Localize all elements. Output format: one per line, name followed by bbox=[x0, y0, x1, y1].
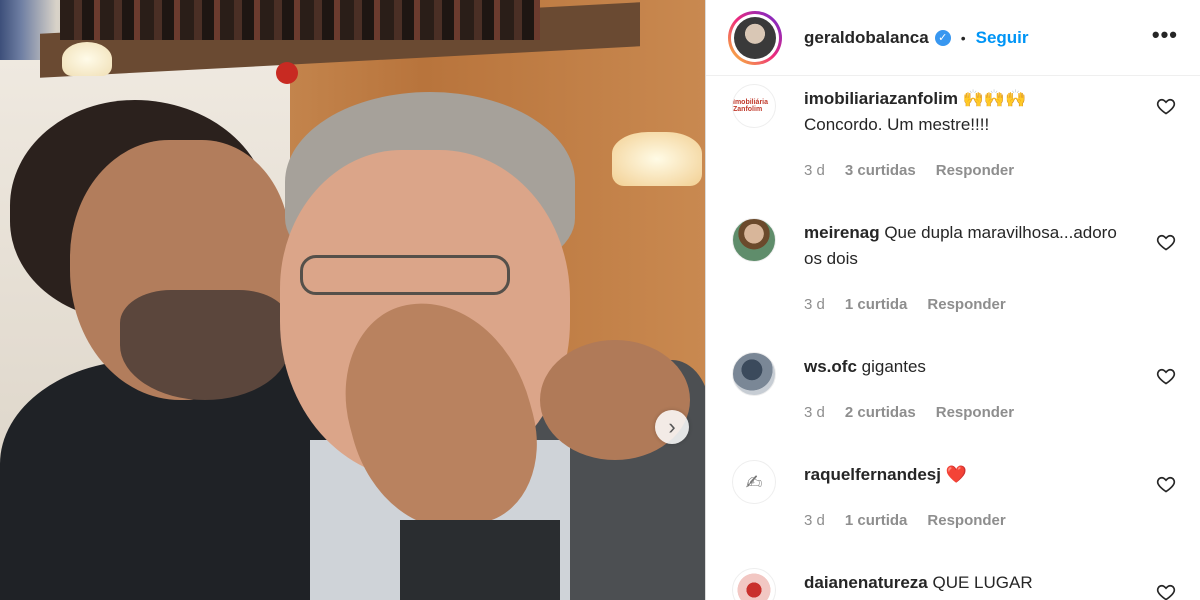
comment-time: 3 d bbox=[804, 512, 825, 529]
commenter-username[interactable]: daianenatureza bbox=[804, 573, 928, 592]
comment-meta: 3 d 1 curtida Responder bbox=[804, 512, 1006, 529]
wine-shelf bbox=[60, 0, 540, 40]
heart-icon[interactable] bbox=[1156, 582, 1176, 600]
commenter-avatar[interactable] bbox=[732, 218, 776, 262]
commenter-avatar[interactable]: Imobiliária Zanfolim bbox=[732, 84, 776, 128]
commenter-avatar[interactable] bbox=[732, 352, 776, 396]
comments-panel: geraldobalanca ✓ • Seguir ••• Imobiliári… bbox=[705, 0, 1200, 600]
comment-text: ❤️ bbox=[945, 465, 967, 484]
commenter-username[interactable]: meirenag bbox=[804, 223, 880, 242]
author-avatar[interactable] bbox=[728, 10, 782, 65]
comment-meta: 3 d 3 curtidas Responder bbox=[804, 162, 1014, 179]
reply-button[interactable]: Responder bbox=[927, 512, 1005, 529]
comment-text: gigantes bbox=[861, 357, 926, 376]
commenter-avatar[interactable] bbox=[732, 568, 776, 600]
next-photo-button[interactable]: › bbox=[655, 410, 689, 444]
heart-icon[interactable] bbox=[1156, 96, 1176, 116]
reply-button[interactable]: Responder bbox=[927, 296, 1005, 313]
post-header: geraldobalanca ✓ • Seguir ••• bbox=[706, 0, 1200, 76]
reply-button[interactable]: Responder bbox=[936, 162, 1014, 179]
separator: • bbox=[960, 29, 966, 46]
comment-meta: 3 d 1 curtida Responder bbox=[804, 296, 1006, 313]
glasses bbox=[300, 255, 510, 295]
commenter-username[interactable]: ws.ofc bbox=[804, 357, 857, 376]
reply-button[interactable]: Responder bbox=[936, 404, 1014, 421]
comment-text: Concordo. Um mestre!!!! bbox=[804, 115, 990, 134]
comment-time: 3 d bbox=[804, 162, 825, 179]
chevron-right-icon: › bbox=[668, 414, 676, 439]
comment-emoji: 🙌🙌🙌 bbox=[962, 89, 1027, 108]
like-count[interactable]: 2 curtidas bbox=[845, 404, 916, 421]
like-count[interactable]: 1 curtida bbox=[845, 512, 908, 529]
signature-icon: ✍ bbox=[745, 471, 763, 494]
follow-button[interactable]: Seguir bbox=[976, 28, 1029, 48]
heart-icon[interactable] bbox=[1156, 474, 1176, 494]
like-count[interactable]: 1 curtida bbox=[845, 296, 908, 313]
commenter-avatar[interactable]: ✍ bbox=[732, 460, 776, 504]
heart-icon[interactable] bbox=[1156, 366, 1176, 386]
heart-icon[interactable] bbox=[1156, 232, 1176, 252]
comment-time: 3 d bbox=[804, 296, 825, 313]
more-options-icon[interactable]: ••• bbox=[1152, 22, 1178, 48]
author-username[interactable]: geraldobalanca bbox=[804, 28, 929, 48]
like-count[interactable]: 3 curtidas bbox=[845, 162, 916, 179]
post-photo[interactable]: › bbox=[0, 0, 705, 600]
comment-meta: 3 d 2 curtidas Responder bbox=[804, 404, 1014, 421]
wall-lamp bbox=[612, 132, 702, 186]
verified-badge-icon: ✓ bbox=[934, 29, 951, 46]
comment-text: QUE LUGAR bbox=[932, 573, 1033, 592]
commenter-username[interactable]: imobiliariazanfolim bbox=[804, 89, 958, 108]
comment-time: 3 d bbox=[804, 404, 825, 421]
wall-lamp bbox=[62, 42, 112, 76]
commenter-username[interactable]: raquelfernandesj bbox=[804, 465, 941, 484]
